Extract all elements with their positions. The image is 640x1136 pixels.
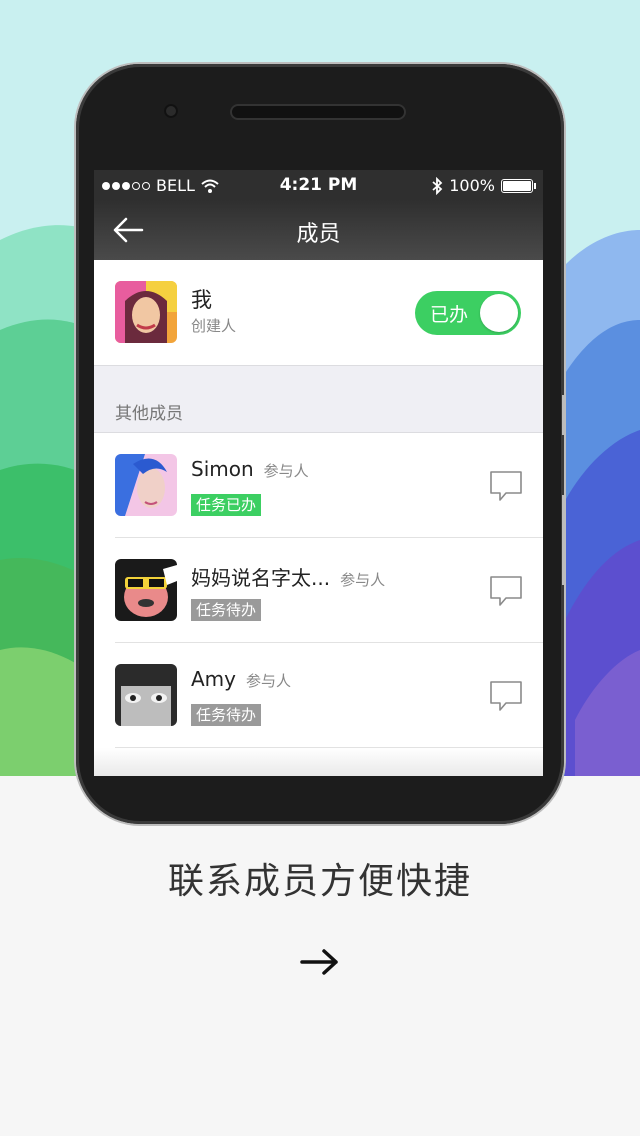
battery-percent: 100%	[449, 176, 495, 195]
status-badge: 任务待办	[191, 704, 262, 726]
section-header: 其他成员	[94, 365, 543, 433]
member-role: 参与人	[246, 672, 292, 690]
member-row[interactable]: Amy 参与人 任务待办	[94, 643, 543, 748]
member-role: 参与人	[340, 571, 386, 589]
arrow-right-icon[interactable]	[298, 944, 342, 980]
power-button	[562, 495, 565, 585]
section-title: 其他成员	[115, 404, 183, 424]
status-bar: BELL 4:21 PM 100%	[94, 170, 543, 200]
status-badge: 任务待办	[191, 599, 262, 621]
member-row[interactable]: 妈妈说名字太... 参与人 任务待办	[94, 538, 543, 643]
nav-bar: 成员	[94, 200, 543, 260]
avatar	[115, 559, 177, 621]
toggle-label: 已办	[430, 304, 469, 326]
user-role: 创建人	[191, 317, 237, 335]
member-row[interactable]: Simon 参与人 任务已办	[94, 433, 543, 538]
page-title: 成员	[296, 222, 341, 247]
status-badge: 任务已办	[191, 494, 262, 516]
bluetooth-icon	[432, 176, 443, 195]
chat-bubble-icon[interactable]	[489, 679, 523, 713]
chat-bubble-icon[interactable]	[489, 574, 523, 608]
done-toggle[interactable]: 已办	[415, 291, 521, 335]
app-screen: BELL 4:21 PM 100% 成员 我 创建人 已办 其他成员 Simon…	[94, 170, 543, 776]
speaker-grille	[230, 104, 406, 120]
volume-button	[562, 395, 565, 435]
toggle-knob	[480, 294, 518, 332]
camera-icon	[164, 104, 178, 118]
member-name: 妈妈说名字太... 参与人	[191, 566, 386, 590]
member-name: Amy 参与人	[191, 667, 292, 691]
member-name: Simon 参与人	[191, 457, 309, 481]
avatar	[115, 664, 177, 726]
battery-icon	[501, 178, 536, 193]
chat-bubble-icon[interactable]	[489, 469, 523, 503]
feature-caption: 联系成员方便快捷	[167, 861, 472, 902]
member-role: 参与人	[263, 462, 309, 480]
avatar	[115, 454, 177, 516]
current-user-row: 我 创建人 已办	[94, 260, 543, 365]
avatar	[115, 281, 177, 343]
scroll-fade	[94, 748, 543, 776]
user-name: 我	[191, 288, 212, 312]
